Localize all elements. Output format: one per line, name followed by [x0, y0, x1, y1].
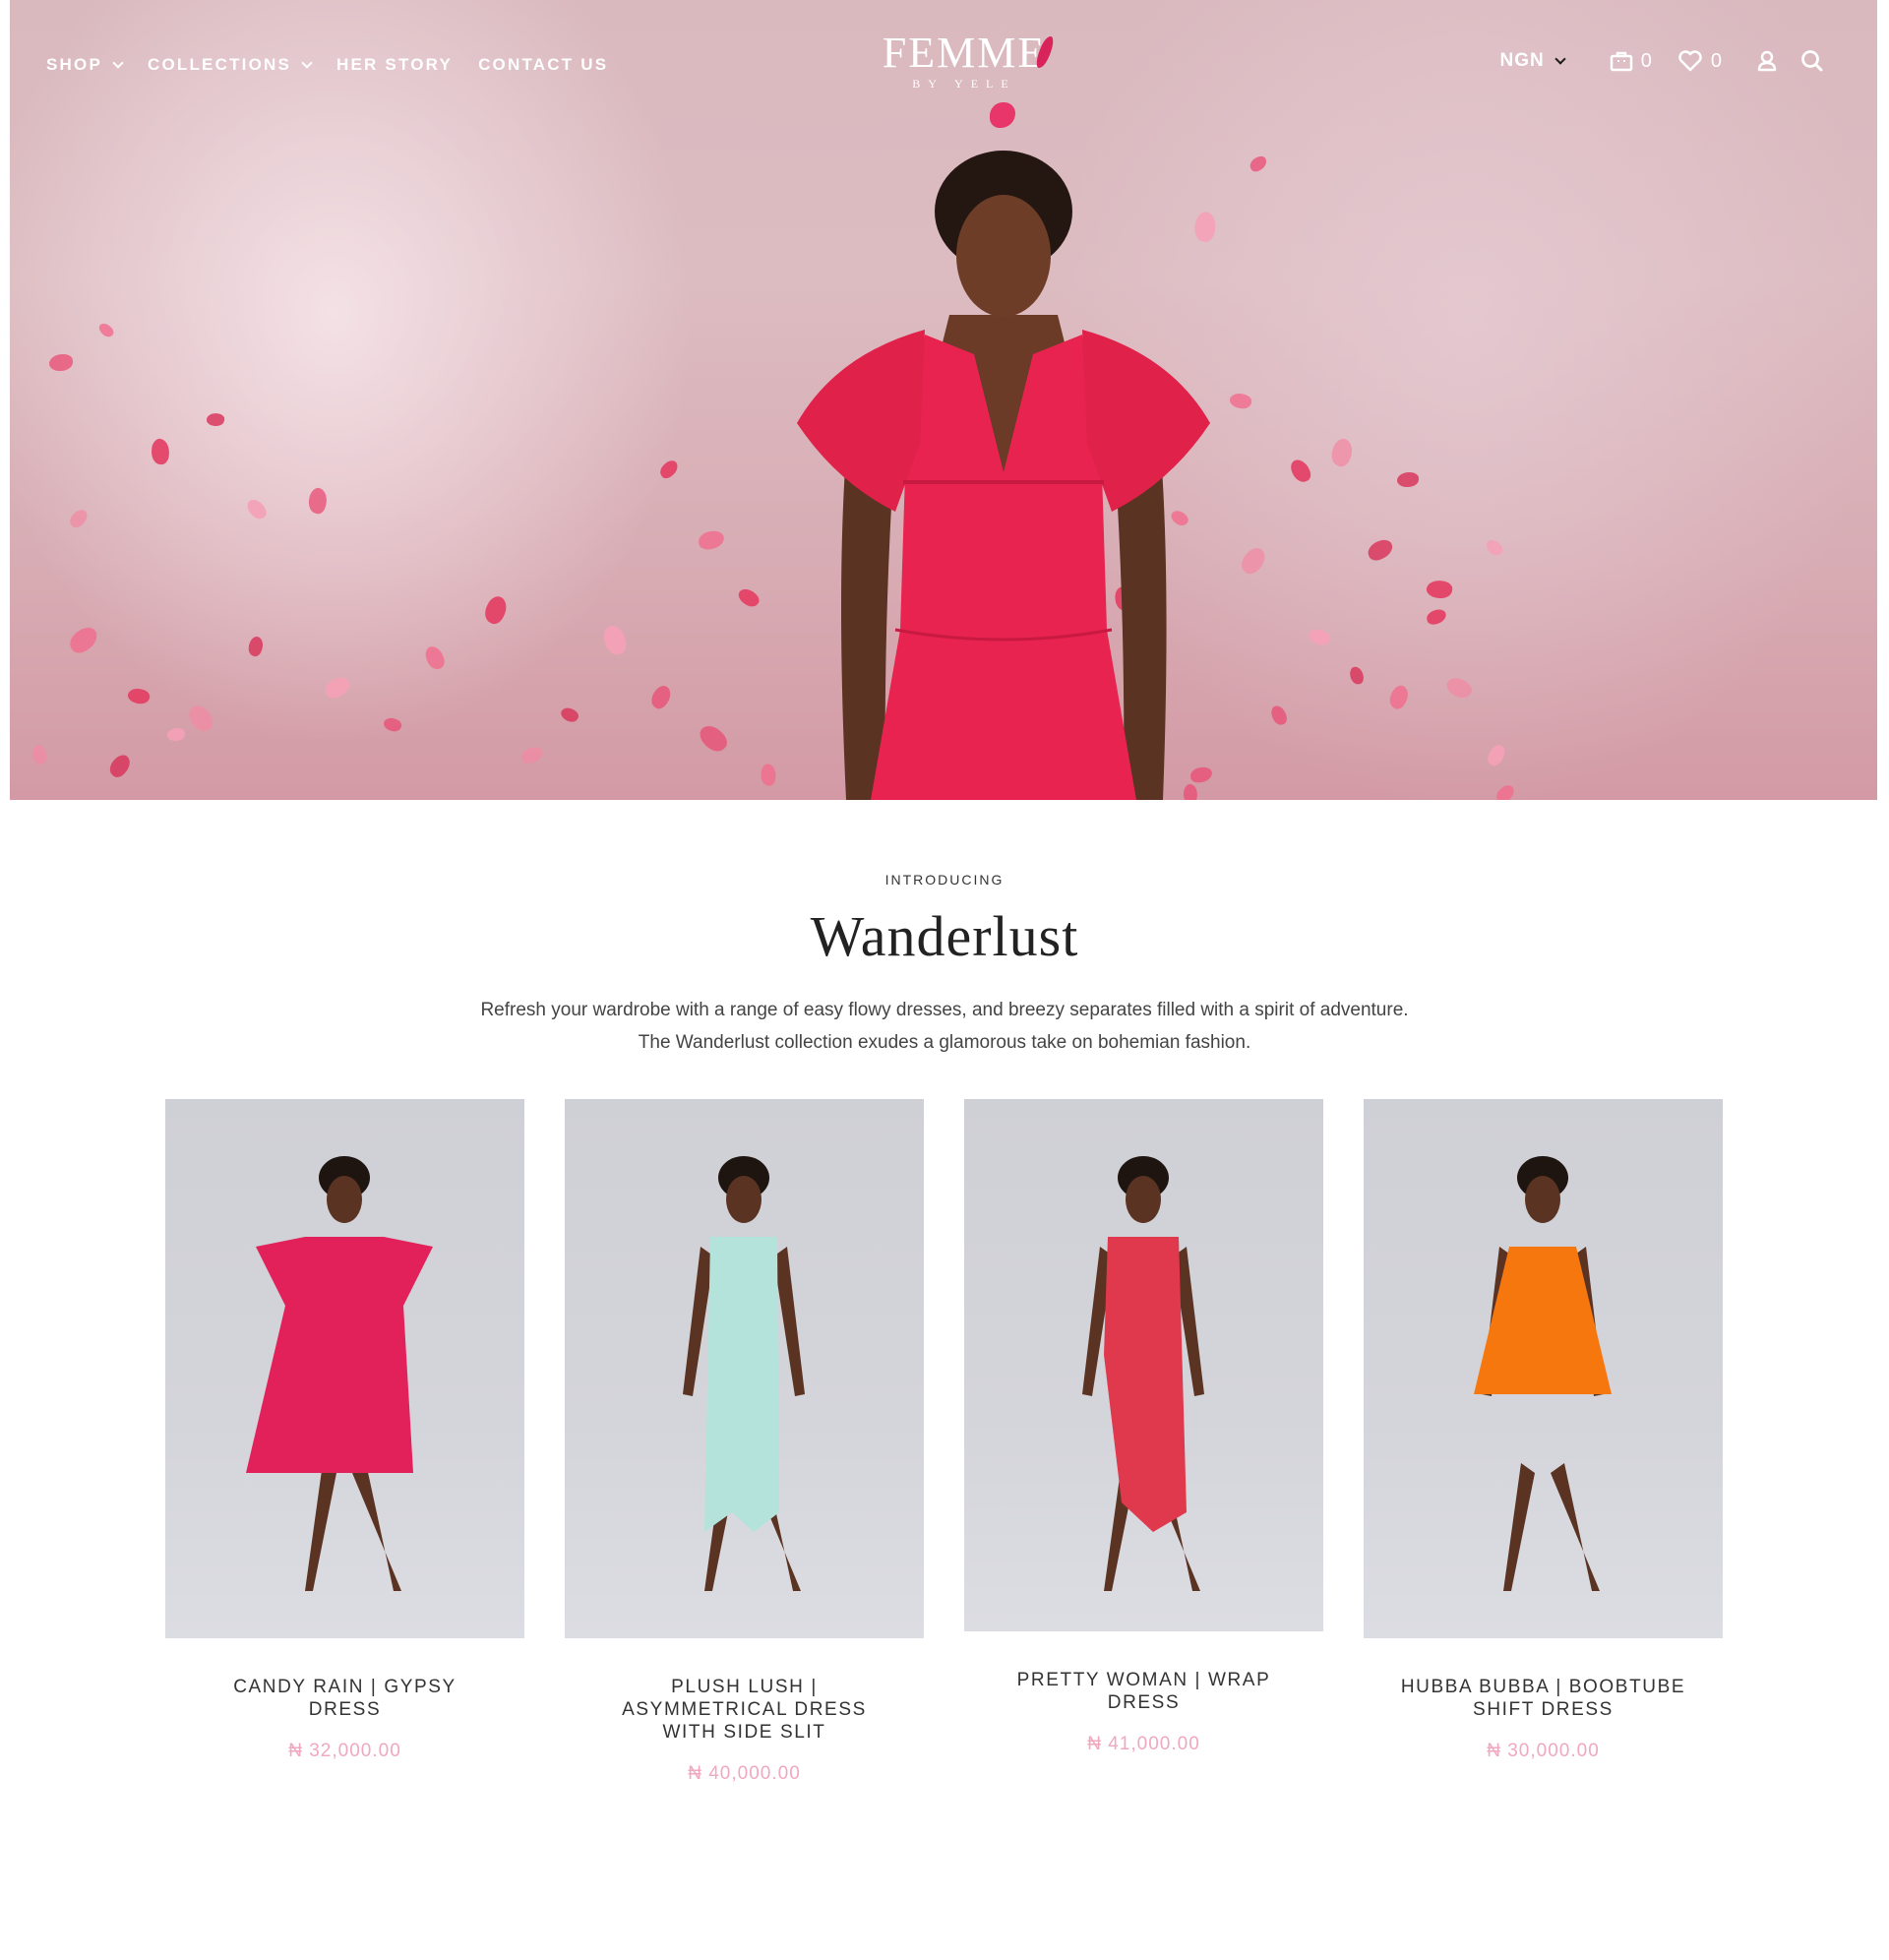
petal-shape [244, 496, 270, 522]
petal-shape [1443, 673, 1475, 703]
product-card[interactable]: HUBBA BUBBA | BOOBTUBE SHIFT DRESS ₦ 30,… [1364, 1099, 1723, 1762]
collection-description: Refresh your wardrobe with a range of ea… [354, 994, 1535, 1059]
product-card[interactable]: PLUSH LUSH | ASYMMETRICAL DRESS WITH SID… [565, 1099, 924, 1785]
bag-icon [1610, 51, 1632, 72]
currency-selector[interactable]: NGN [1499, 50, 1566, 72]
nav-collections[interactable]: COLLECTIONS [147, 55, 313, 75]
search-icon [1801, 50, 1823, 72]
petal-shape [65, 623, 102, 657]
petal-shape [246, 635, 266, 658]
petal-shape [49, 354, 73, 371]
product-price: ₦ 32,000.00 [288, 1741, 401, 1761]
petal-shape [1327, 436, 1357, 469]
chevron-down-icon [112, 56, 124, 69]
intro-eyebrow: INTRODUCING [884, 872, 1005, 888]
hero-banner: SHOP COLLECTIONS HER STORY CONTACT US FE… [10, 0, 1877, 800]
product-card[interactable]: PRETTY WOMAN | WRAP DRESS ₦ 41,000.00 [964, 1099, 1323, 1755]
product-card[interactable]: CANDY RAIN | GYPSY DRESS ₦ 32,000.00 [165, 1099, 524, 1762]
petal-shape [1365, 536, 1396, 564]
petal-shape [698, 529, 725, 551]
product-model-figure [1082, 1156, 1204, 1591]
nav-shop-label: SHOP [46, 55, 102, 74]
product-image[interactable] [1364, 1099, 1723, 1638]
petal-shape [151, 438, 170, 465]
main-nav: SHOP COLLECTIONS HER STORY CONTACT US [46, 55, 634, 75]
product-model-figure [1474, 1156, 1612, 1591]
petal-shape [322, 674, 353, 702]
hero-model-image [797, 151, 1210, 800]
petal-shape [1288, 456, 1313, 486]
petal-shape [480, 592, 512, 628]
chevron-down-icon [301, 56, 313, 69]
product-price: ₦ 30,000.00 [1487, 1741, 1600, 1761]
petal-shape [31, 744, 47, 766]
petal-shape [1493, 782, 1518, 800]
wishlist-button[interactable]: 0 [1677, 50, 1722, 73]
chevron-down-icon [1554, 52, 1566, 65]
product-name[interactable]: PLUSH LUSH | ASYMMETRICAL DRESS WITH SID… [565, 1676, 924, 1744]
nav-shop[interactable]: SHOP [46, 55, 124, 75]
nav-contact-us[interactable]: CONTACT US [478, 55, 608, 75]
header-actions: NGN 0 0 [1500, 49, 1838, 73]
petal-shape [647, 682, 675, 712]
account-button[interactable] [1757, 50, 1777, 72]
petal-shape [306, 486, 330, 516]
product-image[interactable] [565, 1099, 924, 1638]
logo-sub-text: BY YELE [912, 77, 1016, 91]
product-model-figure [246, 1156, 433, 1591]
petal-shape [735, 584, 762, 611]
petal-shape [1306, 626, 1333, 648]
petal-shape [1269, 704, 1289, 727]
petal-shape [206, 411, 225, 428]
product-image[interactable] [165, 1099, 524, 1638]
petal-shape [1349, 665, 1365, 686]
nav-collections-label: COLLECTIONS [147, 55, 292, 74]
search-button[interactable] [1800, 49, 1824, 73]
petal-shape [126, 686, 152, 706]
petal-shape [1484, 536, 1505, 559]
petal-shape [1484, 742, 1509, 768]
product-image[interactable] [964, 1099, 1323, 1631]
product-price: ₦ 41,000.00 [1087, 1734, 1200, 1754]
heart-icon [1678, 50, 1702, 72]
product-name[interactable]: CANDY RAIN | GYPSY DRESS [165, 1676, 524, 1721]
petal-shape [696, 720, 731, 757]
petal-shape [601, 623, 629, 657]
wishlist-count: 0 [1710, 49, 1722, 72]
petal-shape [760, 763, 777, 787]
nav-contact-us-label: CONTACT US [478, 55, 609, 74]
collection-title: Wanderlust [810, 904, 1079, 968]
petal-shape [1425, 607, 1448, 627]
petal-shape [96, 320, 116, 340]
currency-value: NGN [1499, 50, 1545, 71]
petal-shape [1228, 391, 1253, 411]
petal-shape [105, 751, 135, 781]
petal-shape [66, 507, 91, 530]
petal-shape [1247, 153, 1270, 174]
nav-her-story[interactable]: HER STORY [336, 55, 453, 75]
logo-main-text: FEMME [882, 29, 1047, 77]
description-line: The Wanderlust collection exudes a glamo… [638, 1032, 1251, 1053]
cart-button[interactable]: 0 [1610, 50, 1652, 73]
nav-her-story-label: HER STORY [336, 55, 454, 74]
product-model-figure [683, 1156, 805, 1591]
site-logo[interactable]: FEMME BY YELE [876, 29, 1055, 128]
petal-shape [1425, 578, 1454, 601]
petal-shape [382, 714, 403, 735]
petal-shape [166, 727, 186, 742]
description-line: Refresh your wardrobe with a range of ea… [480, 1000, 1409, 1020]
product-name[interactable]: HUBBA BUBBA | BOOBTUBE SHIFT DRESS [1364, 1676, 1723, 1721]
petal-shape [1385, 682, 1413, 712]
product-name[interactable]: PRETTY WOMAN | WRAP DRESS [964, 1669, 1323, 1714]
petal-shape [1396, 471, 1420, 488]
cart-count: 0 [1640, 49, 1652, 72]
petal-shape [423, 643, 447, 672]
petal-shape [656, 458, 682, 481]
user-icon [1757, 50, 1777, 72]
product-price: ₦ 40,000.00 [688, 1763, 801, 1784]
petal-shape [185, 701, 216, 736]
petal-shape [519, 745, 545, 766]
petal-shape [558, 704, 581, 725]
petal-shape [1237, 544, 1270, 578]
